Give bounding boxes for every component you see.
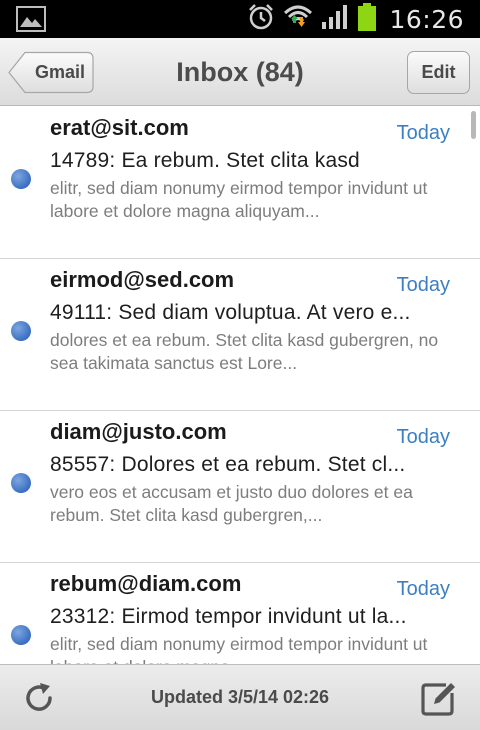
status-bar: 16:26	[0, 0, 480, 38]
message-item[interactable]: eirmod@sed.com Today 49111: Sed diam vol…	[0, 259, 480, 411]
updated-status: Updated 3/5/14 02:26	[150, 687, 330, 707]
signal-icon	[321, 3, 349, 36]
message-sender: eirmod@sed.com	[50, 267, 235, 292]
message-item[interactable]: erat@sit.com Today 14789: Ea rebum. Stet…	[0, 107, 480, 259]
status-time: 16:26	[389, 4, 464, 34]
message-date: Today	[396, 274, 450, 296]
message-preview: elitr, sed diam nonumy eirmod tempor inv…	[50, 634, 428, 664]
message-item[interactable]: rebum@diam.com Today 23312: Eirmod tempo…	[0, 563, 480, 664]
message-item[interactable]: diam@justo.com Today 85557: Dolores et e…	[0, 411, 480, 563]
unread-dot-icon	[11, 473, 31, 493]
message-preview: elitr, sed diam nonumy eirmod tempor inv…	[50, 178, 428, 221]
refresh-icon[interactable]	[22, 680, 58, 716]
battery-icon	[357, 2, 377, 37]
message-sender: diam@justo.com	[50, 419, 227, 444]
bottom-toolbar: Updated 3/5/14 02:26	[0, 664, 480, 730]
message-sender: rebum@diam.com	[50, 571, 242, 596]
edit-button[interactable]: Edit	[407, 51, 470, 94]
message-date: Today	[396, 426, 450, 448]
gallery-icon	[16, 6, 46, 37]
unread-dot-icon	[11, 321, 31, 341]
compose-icon[interactable]	[420, 679, 458, 717]
unread-dot-icon	[11, 625, 31, 645]
message-sender: erat@sit.com	[50, 115, 189, 140]
message-date: Today	[396, 122, 450, 144]
message-preview: dolores et ea rebum. Stet clita kasd gub…	[50, 330, 439, 373]
message-subject: 14789: Ea rebum. Stet clita kasd	[50, 149, 360, 172]
message-subject: 49111: Sed diam voluptua. At vero e...	[50, 301, 411, 324]
message-subject: 23312: Eirmod tempor invidunt ut la...	[50, 605, 407, 628]
header-bar: Inbox (84) Gmail Edit	[0, 38, 480, 106]
back-button[interactable]: Gmail	[8, 51, 94, 94]
message-date: Today	[396, 578, 450, 600]
message-subject: 85557: Dolores et ea rebum. Stet cl...	[50, 453, 406, 476]
message-list[interactable]: erat@sit.com Today 14789: Ea rebum. Stet…	[0, 107, 480, 664]
wifi-icon	[283, 3, 313, 36]
unread-dot-icon	[11, 169, 31, 189]
alarm-icon	[247, 3, 275, 36]
message-preview: vero eos et accusam et justo duo dolores…	[50, 482, 413, 525]
back-button-label: Gmail	[34, 62, 86, 82]
